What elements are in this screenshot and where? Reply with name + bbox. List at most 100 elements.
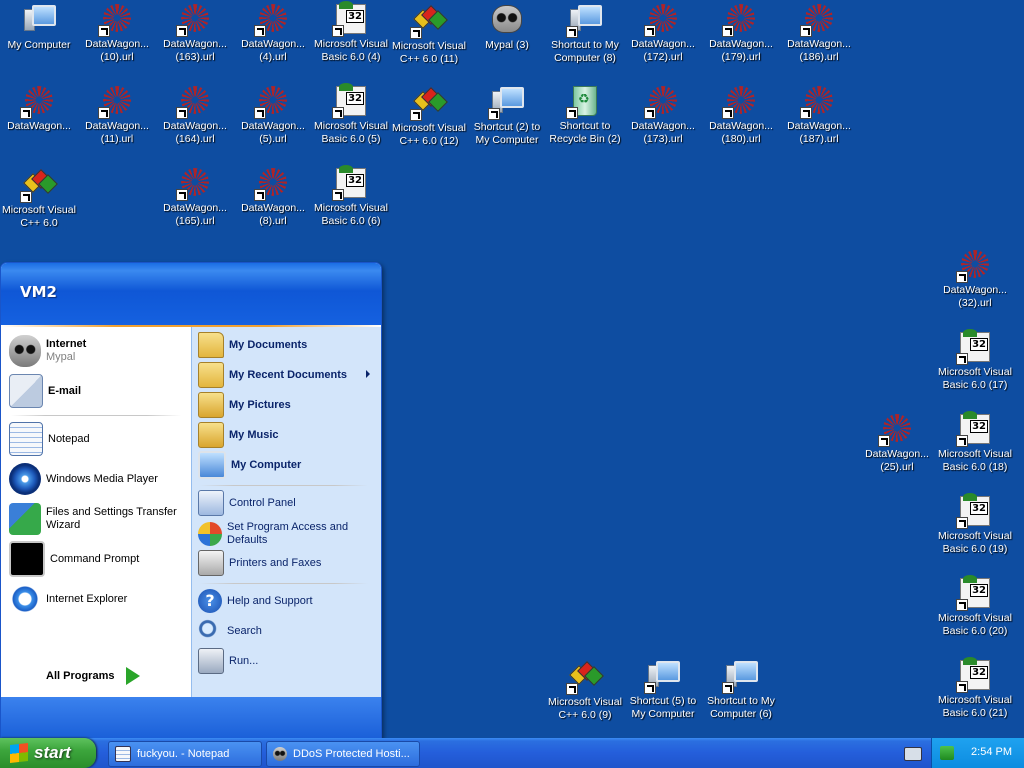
desktop-icon-datawagon-url[interactable]: DataWagon... (4).url <box>234 2 312 64</box>
desktop-icon-visual-basic[interactable]: Microsoft Visual Basic 6.0 (5) <box>312 83 390 146</box>
menu-item-my-documents[interactable]: My Documents <box>198 331 378 359</box>
desktop-icon-label: DataWagon... (32).url <box>943 284 1007 309</box>
menu-item-email[interactable]: E-mail <box>9 373 185 409</box>
menu-item-internet-explorer[interactable]: Internet Explorer <box>9 581 185 617</box>
desktop-icon-datawagon-url[interactable]: DataWagon... (5).url <box>234 84 312 146</box>
menu-item-internet[interactable]: Internet Mypal <box>9 333 185 369</box>
menu-item-title: Files and Settings Transfer Wizard <box>46 506 177 531</box>
desktop-icon-label: Microsoft Visual Basic 6.0 (6) <box>314 202 388 227</box>
menu-item-title: E-mail <box>48 384 82 397</box>
menu-item-help-and-support[interactable]: ? Help and Support <box>198 587 378 615</box>
desktop-icon-label: Microsoft Visual C++ 6.0 (9) <box>548 696 622 721</box>
desktop-icon-visual-cpp[interactable]: Microsoft Visual C++ 6.0 <box>0 166 78 230</box>
desktop-icon-visual-basic[interactable]: Microsoft Visual Basic 6.0 (18) <box>936 411 1014 474</box>
menu-item-run[interactable]: Run... <box>198 647 378 675</box>
menu-item-title: Internet <box>46 338 87 350</box>
program-access-icon <box>198 522 222 546</box>
menu-item-command-prompt[interactable]: Command Prompt <box>9 541 185 577</box>
menu-item-title: Windows Media Player <box>46 472 158 485</box>
desktop-icon-visual-cpp[interactable]: Microsoft Visual C++ 6.0 (9) <box>546 658 624 722</box>
menu-item-my-music[interactable]: My Music <box>198 421 378 449</box>
menu-item-label: Help and Support <box>227 594 313 607</box>
taskbar-button-notepad[interactable]: fuckyou. - Notepad <box>108 741 262 767</box>
desktop-icon-datawagon-url[interactable]: DataWagon... (25).url <box>858 412 936 474</box>
desktop-icon-visual-basic[interactable]: Microsoft Visual Basic 6.0 (4) <box>312 1 390 64</box>
desktop-icon-label: DataWagon... (8).url <box>241 202 305 227</box>
recent-docs-icon <box>198 362 224 388</box>
menu-item-notepad[interactable]: Notepad <box>9 421 185 457</box>
desktop-icon-label: Mypal (3) <box>485 39 529 51</box>
clock[interactable]: 2:54 PM <box>971 746 1012 758</box>
desktop-icon-datawagon-url[interactable]: DataWagon... (173).url <box>624 84 702 146</box>
desktop-icon-label: DataWagon... (179).url <box>709 38 773 63</box>
menu-item-control-panel[interactable]: Control Panel <box>198 489 378 517</box>
desktop-icon-label: DataWagon... (186).url <box>787 38 851 63</box>
desktop-icon-visual-basic[interactable]: Microsoft Visual Basic 6.0 (20) <box>936 575 1014 638</box>
pictures-folder-icon <box>198 392 224 418</box>
desktop-icon-label: DataWagon... (10).url <box>85 38 149 63</box>
desktop-icon-datawagon-url[interactable]: DataWagon... (11).url <box>78 84 156 146</box>
keyboard-icon[interactable] <box>904 747 922 761</box>
my-computer-icon <box>198 451 226 479</box>
menu-separator <box>11 415 181 416</box>
desktop-icon-datawagon-url[interactable]: DataWagon... (10).url <box>78 2 156 64</box>
menu-item-transfer-wizard[interactable]: Files and Settings Transfer Wizard <box>9 501 185 537</box>
user-name: VM2 <box>20 283 57 301</box>
desktop-icon-label: DataWagon... (165).url <box>163 202 227 227</box>
desktop-icon-shortcut-recycle-bin[interactable]: Shortcut to Recycle Bin (2) <box>546 84 624 146</box>
menu-item-printers-and-faxes[interactable]: Printers and Faxes <box>198 549 378 577</box>
desktop-icon-shortcut-my-computer[interactable]: Shortcut to My Computer (6) <box>702 658 780 721</box>
desktop-icon-datawagon-url[interactable]: DataWagon... (180).url <box>702 84 780 146</box>
desktop-icon-label: Shortcut (2) to My Computer <box>473 121 541 146</box>
desktop-icon-visual-basic[interactable]: Microsoft Visual Basic 6.0 (17) <box>936 329 1014 392</box>
start-menu-footer <box>1 697 381 739</box>
desktop-icon-datawagon-url[interactable]: DataWagon... (163).url <box>156 2 234 64</box>
network-tray-icon[interactable] <box>940 746 954 760</box>
desktop-icon-visual-basic[interactable]: Microsoft Visual Basic 6.0 (19) <box>936 493 1014 556</box>
desktop-icon-visual-basic[interactable]: Microsoft Visual Basic 6.0 (21) <box>936 657 1014 720</box>
menu-item-label: My Recent Documents <box>229 368 347 381</box>
desktop-icon-shortcut-my-computer[interactable]: Shortcut (5) to My Computer <box>624 658 702 721</box>
desktop-icon-datawagon-url[interactable]: DataWagon... (186).url <box>780 2 858 64</box>
taskbar-button-browser[interactable]: DDoS Protected Hosti... <box>266 741 420 767</box>
menu-item-windows-media-player[interactable]: Windows Media Player <box>9 461 185 497</box>
desktop-icon-mypal[interactable]: Mypal (3) <box>468 2 546 52</box>
desktop-icon-datawagon-url[interactable]: DataWagon... (187).url <box>780 84 858 146</box>
menu-item-my-pictures[interactable]: My Pictures <box>198 391 378 419</box>
raccoon-icon <box>273 747 287 761</box>
raccoon-icon <box>9 335 41 367</box>
all-programs-button[interactable]: All Programs <box>46 667 141 685</box>
desktop-icon-label: DataWagon... (180).url <box>709 120 773 145</box>
system-tray: 2:54 PM <box>931 738 1024 768</box>
desktop-icon-label: Shortcut to My Computer (6) <box>707 695 775 720</box>
desktop-icon-datawagon-url[interactable]: DataWagon... (179).url <box>702 2 780 64</box>
desktop-icon-datawagon-url[interactable]: DataWagon... (164).url <box>156 84 234 146</box>
desktop-icon-my-computer[interactable]: My Computer <box>0 2 78 52</box>
desktop-icon-label: Shortcut (5) to My Computer <box>629 695 697 720</box>
start-menu-left-pane: Internet Mypal E-mail Notepad Windows Med… <box>1 327 191 720</box>
menu-item-search[interactable]: Search <box>198 617 378 645</box>
desktop-icon-visual-cpp[interactable]: Microsoft Visual C++ 6.0 (11) <box>390 2 468 66</box>
desktop-icon-datawagon-url[interactable]: DataWagon... (172).url <box>624 2 702 64</box>
printer-icon <box>198 550 224 576</box>
internet-explorer-icon <box>9 583 41 615</box>
desktop-icon-visual-basic[interactable]: Microsoft Visual Basic 6.0 (6) <box>312 165 390 228</box>
desktop-icon-shortcut-my-computer[interactable]: Shortcut to My Computer (8) <box>546 2 624 65</box>
menu-item-set-program-access[interactable]: Set Program Access and Defaults <box>198 519 378 549</box>
menu-item-label: My Pictures <box>229 398 291 411</box>
desktop-icon-datawagon-url[interactable]: DataWagon... (165).url <box>156 166 234 228</box>
start-button[interactable]: start <box>0 738 96 768</box>
desktop-icon-visual-cpp[interactable]: Microsoft Visual C++ 6.0 (12) <box>390 84 468 148</box>
menu-item-title: Command Prompt <box>50 552 140 565</box>
menu-item-my-recent-documents[interactable]: My Recent Documents <box>198 361 378 389</box>
desktop-icon-label: Microsoft Visual C++ 6.0 <box>2 204 76 229</box>
desktop-icon-shortcut-my-computer[interactable]: Shortcut (2) to My Computer <box>468 84 546 147</box>
command-prompt-icon <box>9 541 45 577</box>
desktop-icon-datawagon-url[interactable]: DataWagon... (32).url <box>936 248 1014 310</box>
desktop-icon-datawagon-url[interactable]: DataWagon... (8).url <box>234 166 312 228</box>
menu-item-my-computer[interactable]: My Computer <box>198 451 378 479</box>
submenu-arrow-icon <box>366 370 370 378</box>
desktop-icon-label: Microsoft Visual Basic 6.0 (18) <box>938 448 1012 473</box>
desktop-icon-datawagon-url[interactable]: DataWagon... <box>0 84 78 133</box>
taskbar-button-label: DDoS Protected Hosti... <box>293 748 410 760</box>
